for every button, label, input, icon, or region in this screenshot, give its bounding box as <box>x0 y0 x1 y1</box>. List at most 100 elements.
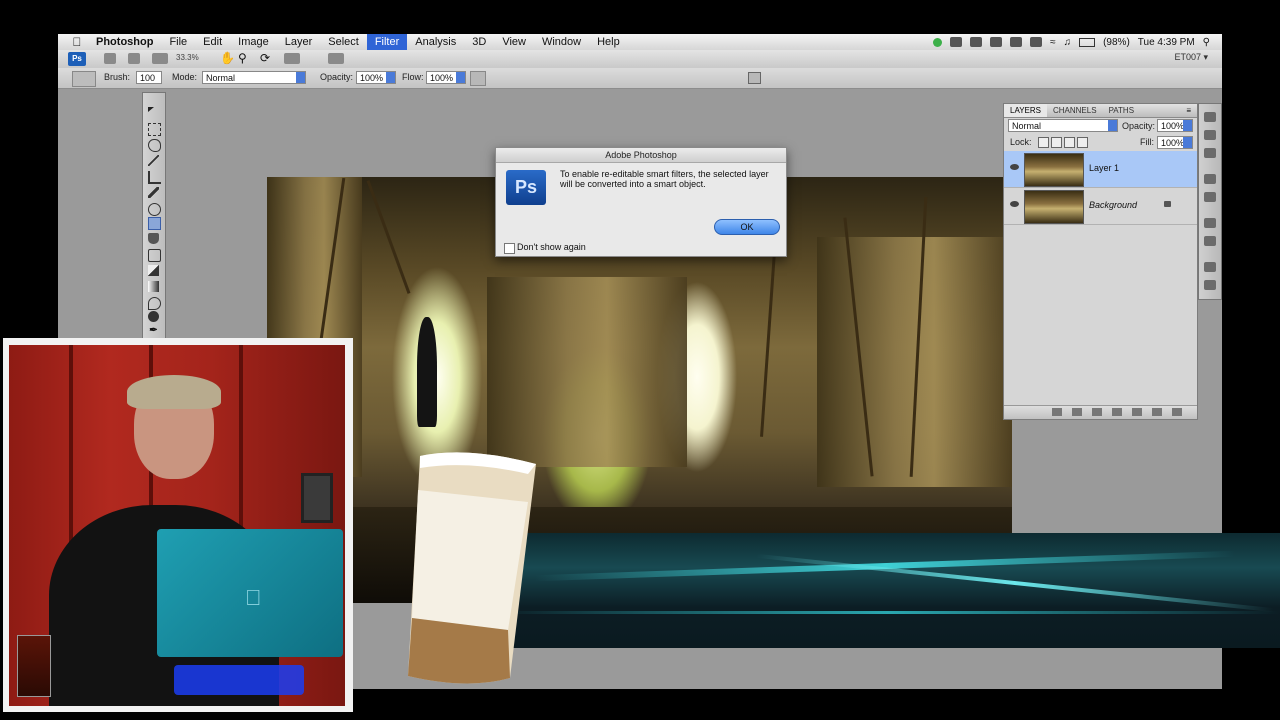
menu-edit[interactable]: Edit <box>195 34 230 50</box>
lock-all-icon[interactable] <box>1077 137 1088 148</box>
airbrush-icon[interactable] <box>470 71 486 86</box>
new-group-icon[interactable] <box>1132 408 1142 416</box>
blend-mode-value: Normal <box>1012 121 1042 131</box>
rotate-view-icon[interactable]: ⟳ <box>260 51 270 65</box>
marquee-tool-icon[interactable] <box>148 123 161 136</box>
layer-name[interactable]: Layer 1 <box>1089 163 1119 173</box>
menu-view[interactable]: View <box>494 34 534 50</box>
link-layers-icon[interactable] <box>1052 408 1062 416</box>
layer-mask-icon[interactable] <box>1092 408 1102 416</box>
brush-panel-icon[interactable] <box>748 72 761 84</box>
menu-file[interactable]: File <box>161 34 195 50</box>
tree-root <box>366 180 411 294</box>
layer-opacity-field[interactable]: 100% <box>1157 119 1193 132</box>
arrange-documents-icon[interactable] <box>284 53 300 64</box>
pen-tool-icon[interactable]: ✒ <box>148 325 159 336</box>
lock-pixels-icon[interactable] <box>1051 137 1062 148</box>
lock-position-icon[interactable] <box>1064 137 1075 148</box>
menu-select[interactable]: Select <box>320 34 367 50</box>
wifi-icon[interactable]: ≈ <box>1050 37 1056 48</box>
visibility-eye-icon[interactable] <box>1010 164 1019 170</box>
apple-menu-icon[interactable]:  <box>66 35 88 49</box>
actions-panel-icon[interactable] <box>1204 236 1216 246</box>
screen-mode-icon[interactable] <box>328 53 344 64</box>
zoom-tool-icon[interactable]: ⚲ <box>238 51 247 65</box>
view-extras-icon[interactable] <box>152 53 168 64</box>
history-panel-icon[interactable] <box>1204 218 1216 228</box>
dont-show-again-label[interactable]: Don't show again <box>517 242 586 252</box>
menu-analysis[interactable]: Analysis <box>407 34 464 50</box>
menu-window[interactable]: Window <box>534 34 589 50</box>
eraser-icon[interactable] <box>148 265 159 276</box>
layer-name[interactable]: Background <box>1089 200 1137 210</box>
sync-icon[interactable] <box>1010 37 1023 47</box>
visibility-eye-icon[interactable] <box>1010 201 1019 207</box>
volume-icon[interactable]: ♫ <box>1064 37 1072 48</box>
flow-field[interactable]: 100% <box>426 71 466 84</box>
menu-3d[interactable]: 3D <box>464 34 494 50</box>
zoom-level[interactable]: 33.3% <box>176 53 199 62</box>
opacity-field[interactable]: 100% <box>356 71 396 84</box>
menu-image[interactable]: Image <box>230 34 277 50</box>
menu-layer[interactable]: Layer <box>277 34 321 50</box>
move-tool-icon[interactable] <box>148 107 154 112</box>
blend-mode-select[interactable]: Normal <box>1008 119 1118 132</box>
clone-stamp-icon[interactable] <box>148 233 159 244</box>
crop-tool-icon[interactable] <box>148 171 161 184</box>
ok-button[interactable]: OK <box>714 219 780 235</box>
brush-tool-icon[interactable] <box>148 217 161 230</box>
stepper-arrow-icon <box>456 72 465 83</box>
menu-photoshop[interactable]: Photoshop <box>88 34 161 50</box>
light-switch <box>301 473 333 523</box>
mini-bridge-icon[interactable] <box>128 53 140 64</box>
tab-layers[interactable]: LAYERS <box>1004 104 1047 117</box>
layer-row-layer-1[interactable]: Layer 1 <box>1004 151 1197 188</box>
stepper-arrow-icon <box>1183 120 1192 131</box>
brush-preset-icon[interactable] <box>72 71 96 87</box>
workspace-switcher[interactable]: ET007 ▾ <box>1174 52 1208 63</box>
mode-select[interactable]: Normal <box>202 71 306 84</box>
bridge-icon[interactable] <box>104 53 116 64</box>
collapsed-panels-strip <box>1198 103 1222 300</box>
layer-row-background[interactable]: Background <box>1004 188 1197 225</box>
layer-style-icon[interactable] <box>1072 408 1082 416</box>
display-icon[interactable] <box>1030 37 1043 47</box>
lasso-tool-icon[interactable] <box>148 139 161 152</box>
eyedropper-icon[interactable] <box>148 187 159 198</box>
tray-icon[interactable] <box>950 37 963 47</box>
tray-icon[interactable] <box>990 37 1003 47</box>
mode-label: Mode: <box>172 72 198 82</box>
swatches-panel-icon[interactable] <box>1204 130 1216 140</box>
styles-panel-icon[interactable] <box>1204 148 1216 158</box>
hand-tool-icon[interactable]: ✋ <box>220 51 235 65</box>
dont-show-again-checkbox[interactable] <box>504 243 515 254</box>
quick-select-icon[interactable] <box>148 155 159 166</box>
adjustments-panel-icon[interactable] <box>1204 174 1216 184</box>
spotlight-icon[interactable]: ⚲ <box>1203 37 1210 48</box>
brushes-panel-icon[interactable] <box>1204 262 1216 272</box>
panel-menu-icon[interactable]: ≡ <box>1186 104 1197 117</box>
tab-channels[interactable]: CHANNELS <box>1047 104 1103 117</box>
menu-clock[interactable]: Tue 4:39 PM <box>1138 37 1195 48</box>
gradient-tool-icon[interactable] <box>148 281 159 292</box>
new-layer-icon[interactable] <box>1152 408 1162 416</box>
menu-help[interactable]: Help <box>589 34 628 50</box>
tab-paths[interactable]: PATHS <box>1103 104 1140 117</box>
select-arrow-icon <box>1108 120 1117 131</box>
tray-icon[interactable] <box>970 37 983 47</box>
battery-icon[interactable] <box>1079 37 1096 47</box>
status-green-icon[interactable] <box>933 37 943 47</box>
masks-panel-icon[interactable] <box>1204 192 1216 202</box>
delete-layer-icon[interactable] <box>1172 408 1182 416</box>
clone-source-icon[interactable] <box>1204 280 1216 290</box>
history-brush-icon[interactable] <box>148 249 161 262</box>
healing-brush-icon[interactable] <box>148 203 161 216</box>
blur-tool-icon[interactable] <box>148 297 161 310</box>
menu-filter[interactable]: Filter <box>366 34 408 50</box>
brush-size-picker[interactable]: 100 <box>136 71 162 84</box>
fill-field[interactable]: 100% <box>1157 136 1193 149</box>
dodge-tool-icon[interactable] <box>148 311 159 322</box>
color-panel-icon[interactable] <box>1204 112 1216 122</box>
lock-transparency-icon[interactable] <box>1038 137 1049 148</box>
adjustment-layer-icon[interactable] <box>1112 408 1122 416</box>
